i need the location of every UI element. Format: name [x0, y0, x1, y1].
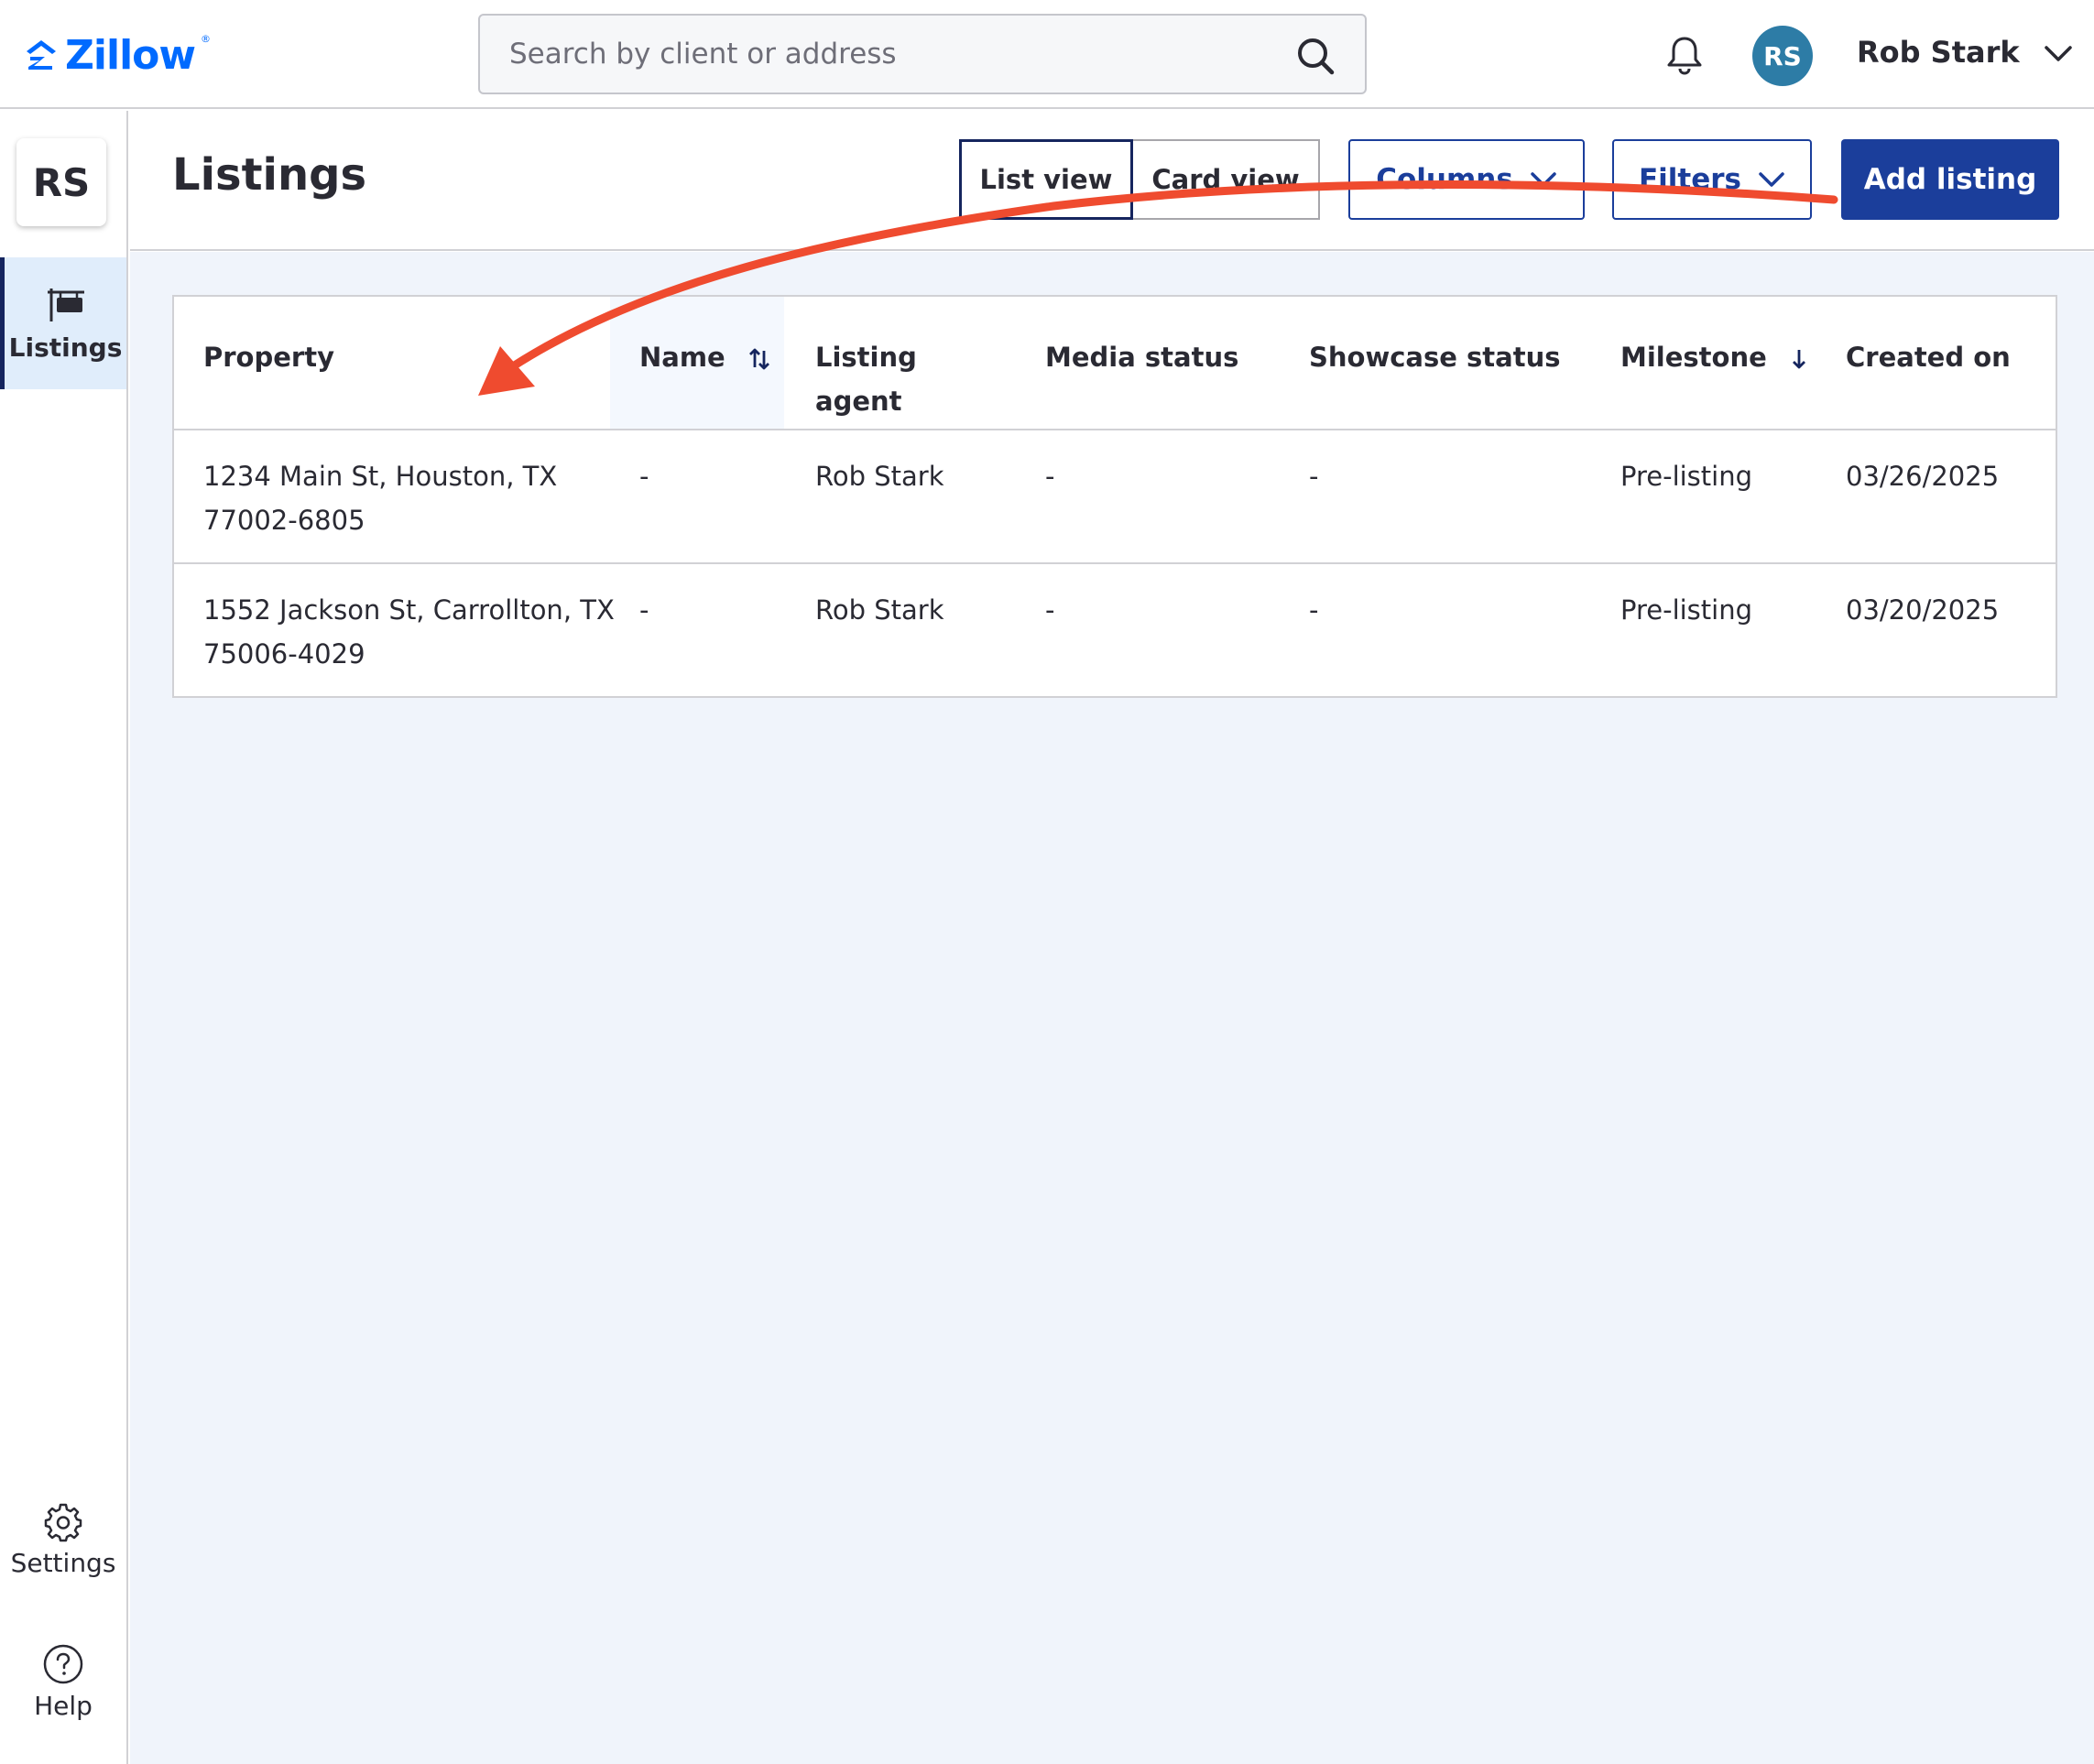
- cell-showcase-status: -: [1309, 461, 1319, 492]
- notification-bell-icon[interactable]: [1663, 33, 1707, 77]
- cell-name: -: [639, 594, 649, 626]
- user-name[interactable]: Rob Stark: [1857, 35, 2020, 70]
- signpost-icon: [47, 288, 84, 321]
- column-header-listing-agent[interactable]: Listing agent: [815, 335, 917, 423]
- table-header: Property Name Listing agent Media status…: [174, 297, 2056, 430]
- cell-agent: Rob Stark: [815, 461, 944, 492]
- filters-button[interactable]: Filters: [1612, 139, 1812, 220]
- cell-name: -: [639, 461, 649, 492]
- sidebar-item-help[interactable]: Help: [0, 1631, 126, 1732]
- column-header-created-on[interactable]: Created on: [1846, 335, 2011, 379]
- cell-agent: Rob Stark: [815, 594, 944, 626]
- org-badge[interactable]: RS: [16, 138, 106, 226]
- column-header-milestone[interactable]: Milestone: [1620, 335, 1809, 379]
- arrow-down-icon[interactable]: [1789, 347, 1809, 371]
- search-icon[interactable]: [1295, 36, 1336, 76]
- sidebar-item-label: Listings: [8, 332, 123, 363]
- page-title: Listings: [172, 149, 367, 201]
- chevron-down-icon: [1531, 172, 1556, 187]
- avatar[interactable]: RS: [1752, 26, 1813, 86]
- cell-property: 1234 Main St, Houston, TX 77002-6805: [203, 461, 558, 536]
- cell-milestone: Pre-listing: [1620, 461, 1753, 492]
- gear-icon: [44, 1503, 82, 1541]
- column-header-showcase-status[interactable]: Showcase status: [1309, 335, 1561, 379]
- left-sidebar: RS Listings Settings Help: [0, 111, 128, 1764]
- cell-created-on: 03/20/2025: [1846, 594, 2000, 626]
- table-row[interactable]: 1552 Jackson St, Carrollton, TX 75006-40…: [174, 564, 2056, 698]
- main-content: Property Name Listing agent Media status…: [130, 252, 2094, 1764]
- columns-label: Columns: [1376, 163, 1513, 196]
- card-view-button[interactable]: Card view: [1133, 139, 1320, 220]
- view-toggle: List view Card view: [959, 139, 1320, 220]
- chevron-down-icon[interactable]: [2043, 40, 2074, 68]
- table-row[interactable]: 1234 Main St, Houston, TX 77002-6805 - R…: [174, 430, 2056, 564]
- search-box[interactable]: [478, 14, 1367, 94]
- filters-label: Filters: [1638, 163, 1741, 196]
- listings-table: Property Name Listing agent Media status…: [172, 295, 2057, 698]
- search-input[interactable]: [480, 38, 1277, 71]
- chevron-down-icon: [1759, 172, 1784, 187]
- cell-property: 1552 Jackson St, Carrollton, TX 75006-40…: [203, 594, 615, 670]
- cell-milestone: Pre-listing: [1620, 594, 1753, 626]
- sidebar-item-settings[interactable]: Settings: [0, 1489, 126, 1590]
- zillow-house-icon: [27, 40, 56, 70]
- logo-text: Zillow: [65, 31, 196, 79]
- sidebar-item-listings[interactable]: Listings: [0, 257, 126, 389]
- list-view-button[interactable]: List view: [959, 139, 1133, 220]
- cell-showcase-status: -: [1309, 594, 1319, 626]
- column-header-media-status[interactable]: Media status: [1045, 335, 1238, 379]
- zillow-logo[interactable]: Zillow ®: [23, 27, 211, 82]
- cell-media-status: -: [1045, 461, 1055, 492]
- cell-media-status: -: [1045, 594, 1055, 626]
- cell-created-on: 03/26/2025: [1846, 461, 2000, 492]
- sort-toggle-icon[interactable]: [747, 347, 771, 371]
- add-listing-button[interactable]: Add listing: [1841, 139, 2059, 220]
- help-circle-icon: [43, 1644, 83, 1683]
- columns-button[interactable]: Columns: [1348, 139, 1585, 220]
- logo-registered-mark: ®: [201, 33, 212, 45]
- page-header: Listings List view Card view Columns Fil…: [130, 111, 2094, 251]
- top-header: Zillow ® RS Rob Stark: [0, 0, 2094, 109]
- sidebar-item-label: Settings: [10, 1547, 116, 1578]
- sidebar-item-label: Help: [34, 1690, 93, 1721]
- column-header-property[interactable]: Property: [203, 335, 334, 379]
- column-header-name[interactable]: Name: [639, 335, 771, 379]
